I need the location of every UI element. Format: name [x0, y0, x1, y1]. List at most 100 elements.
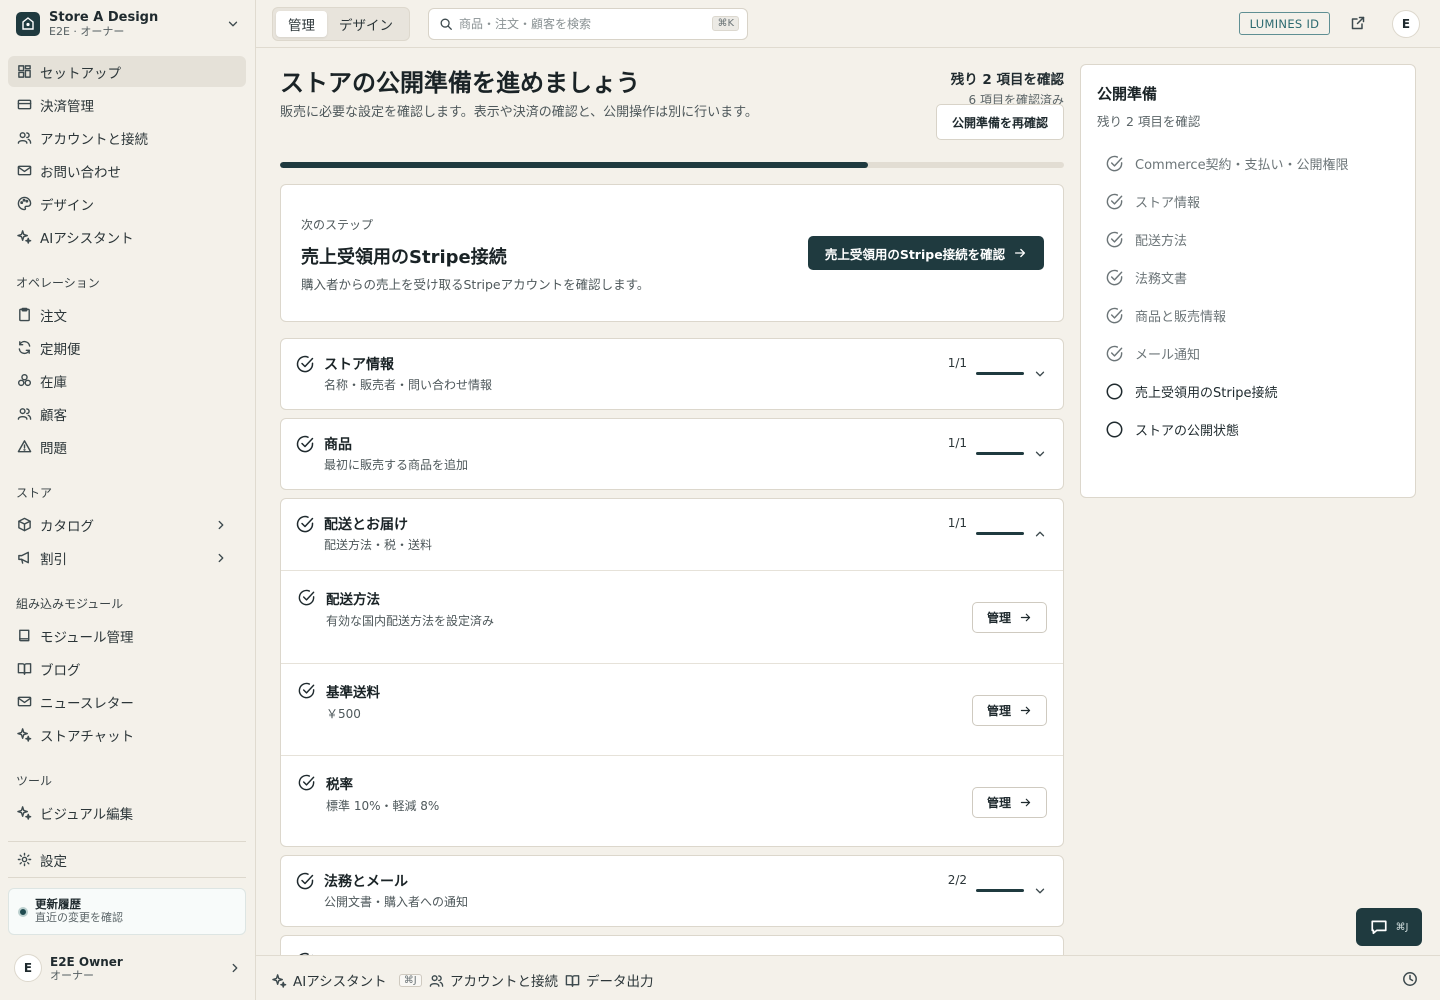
sidebar-item-catalog[interactable]: カタログ: [8, 509, 246, 540]
page-subtitle: 販売に必要な設定を確認します。表示や決済の確認と、公開操作は別に行います。: [280, 105, 758, 120]
store-chat-button[interactable]: ⌘J: [1356, 908, 1422, 946]
sidebar-item-label: お問い合わせ: [40, 164, 121, 181]
check-circle-icon: [296, 355, 314, 373]
section-title: 配送とお届け: [324, 517, 408, 533]
sidebar-item-store-chat[interactable]: ストアチャット: [8, 719, 246, 750]
checklist-label: メール通知: [1135, 347, 1201, 363]
progress-fill: [280, 162, 868, 168]
ai-assistant-label: AIアシスタント: [293, 974, 387, 990]
recheck-button[interactable]: 公開準備を再確認: [936, 104, 1064, 140]
update-history-card[interactable]: 更新履歴 直近の変更を確認: [8, 888, 246, 935]
checklist-item[interactable]: ストア情報: [1105, 191, 1395, 211]
lumines-id-badge[interactable]: LUMINES ID: [1239, 12, 1330, 35]
section-header[interactable]: ストア情報 名称・販売者・問い合わせ情報 1/1: [281, 339, 1065, 409]
section-store-info: ストア情報 名称・販売者・問い合わせ情報 1/1: [280, 338, 1064, 410]
sidebar-item-module-management[interactable]: モジュール管理: [8, 620, 246, 651]
check-circle-icon: [298, 774, 315, 791]
sidebar-item-discounts[interactable]: 割引: [8, 542, 246, 573]
manage-button[interactable]: 管理: [972, 602, 1047, 633]
sidebar-item-customers[interactable]: 顧客: [8, 398, 246, 429]
ai-assistant-button[interactable]: AIアシスタント ⌘J: [272, 970, 422, 990]
search-box[interactable]: ⌘K: [428, 8, 748, 40]
accounts-button[interactable]: アカウントと接続: [429, 970, 558, 990]
next-step-subtitle: 購入者からの売上を受け取るStripeアカウントを確認します。: [301, 277, 650, 292]
arrow-right-icon: [1015, 248, 1026, 258]
section-progress: [976, 372, 1024, 375]
sidebar-item-ai-assistant[interactable]: AIアシスタント: [8, 221, 246, 252]
sidebar-item-design[interactable]: デザイン: [8, 188, 246, 219]
checklist-item[interactable]: 商品と販売情報: [1105, 305, 1395, 325]
checklist-item[interactable]: Commerce契約・支払い・公開権限: [1105, 153, 1395, 173]
sidebar-item-settings[interactable]: 設定: [8, 844, 246, 875]
sidebar-item-label: ブログ: [40, 662, 81, 679]
chevron-right-icon: [218, 553, 224, 562]
user-name: E2E Owner: [50, 954, 123, 969]
avatar: E: [14, 954, 42, 982]
button-label: 売上受領用のStripe接続を確認: [824, 246, 1006, 262]
gear-icon: [17, 852, 32, 867]
checklist-item[interactable]: メール通知: [1105, 343, 1395, 363]
data-export-label: データ出力: [586, 974, 654, 990]
sidebar-item-newsletter[interactable]: ニュースレター: [8, 686, 246, 717]
sidebar-item-label: 割引: [40, 551, 67, 568]
section-count: 1/1: [947, 356, 967, 370]
clipboard-icon: [19, 307, 30, 322]
empty-circle-icon: [1106, 421, 1123, 437]
chevron-down-icon: [228, 21, 238, 27]
checklist-label: Commerce契約・支払い・公開権限: [1135, 157, 1349, 173]
sidebar-item-issues[interactable]: 問題: [8, 431, 246, 462]
checklist-item[interactable]: ストアの公開状態: [1105, 419, 1395, 439]
sidebar-item-orders[interactable]: 注文: [8, 299, 246, 330]
search-input[interactable]: [459, 17, 699, 31]
sidebar-item-payments[interactable]: 決済管理: [8, 89, 246, 120]
history-button[interactable]: [1402, 971, 1418, 987]
section-header[interactable]: 配送とお届け 配送方法・税・送料 1/1: [281, 499, 1065, 569]
sidebar-item-accounts[interactable]: アカウントと接続: [8, 122, 246, 153]
list-item: 配送方法 有効な国内配送方法を設定済み 管理: [281, 570, 1063, 663]
avatar[interactable]: E: [1392, 10, 1420, 38]
user-menu[interactable]: E E2E Owner オーナー: [14, 952, 246, 984]
check-circle-icon: [1106, 193, 1123, 209]
sidebar-item-setup[interactable]: セットアップ: [8, 56, 246, 87]
section-count: 2/2: [947, 873, 967, 887]
checklist-item[interactable]: 売上受領用のStripe接続: [1105, 381, 1395, 401]
check-circle-icon: [296, 435, 314, 453]
chevron-down-icon: [1035, 371, 1045, 377]
section-header[interactable]: 法務とメール 公開文書・購入者への通知 2/2: [281, 856, 1065, 926]
section-title: ストア情報: [324, 357, 394, 373]
next-step-card: 次のステップ 売上受領用のStripe接続 購入者からの売上を受け取るStrip…: [280, 184, 1064, 322]
sidebar-item-inventory[interactable]: 在庫: [8, 365, 246, 396]
open-store-button[interactable]: [1350, 15, 1366, 31]
section-count: 1/1: [947, 516, 967, 530]
section-shipping: 配送とお届け 配送方法・税・送料 1/1 配送方法 有効な国内配送方法を設定済み…: [280, 498, 1064, 847]
arrow-right-icon: [1020, 706, 1031, 715]
tab-manage[interactable]: 管理: [276, 11, 327, 37]
check-circle-icon: [1106, 155, 1123, 171]
tab-design[interactable]: デザイン: [327, 11, 405, 37]
section-progress: [976, 889, 1024, 892]
section-subtitle: 名称・販売者・問い合わせ情報: [324, 378, 493, 392]
top-bar: 管理 デザイン ⌘K LUMINES ID E: [256, 0, 1440, 48]
confirm-stripe-button[interactable]: 売上受領用のStripe接続を確認: [808, 236, 1044, 270]
sidebar-item-subscriptions[interactable]: 定期便: [8, 332, 246, 363]
manage-button[interactable]: 管理: [972, 695, 1047, 726]
checklist-label: 配送方法: [1135, 233, 1188, 249]
sidebar-item-blog[interactable]: ブログ: [8, 653, 246, 684]
users-icon: [429, 974, 444, 987]
checklist-label: 法務文書: [1135, 271, 1188, 287]
data-export-button[interactable]: データ出力: [565, 970, 654, 990]
checklist-item[interactable]: 法務文書: [1105, 267, 1395, 287]
sidebar-item-label: 問題: [40, 440, 67, 457]
sidebar-item-contact[interactable]: お問い合わせ: [8, 155, 246, 186]
store-logo-icon: [16, 12, 40, 36]
section-header[interactable]: 商品 最初に販売する商品を追加 1/1: [281, 419, 1065, 489]
store-switcher[interactable]: Store A Design E2E · オーナー: [16, 8, 248, 40]
manage-button[interactable]: 管理: [972, 787, 1047, 818]
checklist-item[interactable]: 配送方法: [1105, 229, 1395, 249]
checklist-label: ストア情報: [1135, 195, 1201, 211]
sidebar-item-visual-editor[interactable]: ビジュアル編集: [8, 797, 246, 828]
item-subtitle: 標準 10%・軽減 8%: [326, 799, 440, 813]
check-circle-icon: [296, 515, 314, 533]
sidebar-item-label: アカウントと接続: [40, 131, 148, 148]
users-icon: [17, 408, 32, 420]
